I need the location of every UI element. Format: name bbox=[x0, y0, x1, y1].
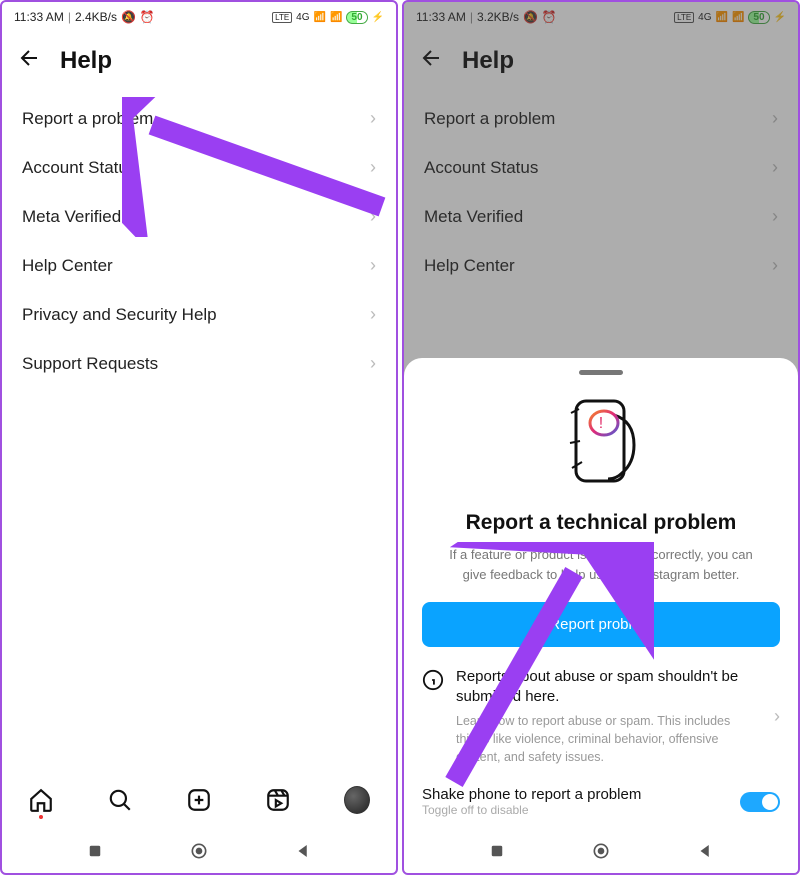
chevron-right-icon: › bbox=[370, 304, 376, 325]
menu-report-problem[interactable]: Report a problem › bbox=[2, 94, 396, 143]
page-title: Help bbox=[60, 47, 112, 75]
net-icon: 4G bbox=[296, 12, 309, 23]
status-speed: 2.4KB/s bbox=[75, 10, 117, 24]
search-icon[interactable] bbox=[107, 787, 133, 813]
chevron-right-icon: › bbox=[370, 157, 376, 178]
back-icon[interactable] bbox=[18, 46, 42, 76]
menu-help-center[interactable]: Help Center › bbox=[2, 241, 396, 290]
signal2-icon: 📶 bbox=[330, 12, 342, 23]
home-button[interactable] bbox=[590, 840, 612, 862]
back-button[interactable] bbox=[292, 840, 314, 862]
abuse-title: Reports about abuse or spam shouldn't be… bbox=[456, 667, 762, 708]
shake-subtitle: Toggle off to disable bbox=[422, 803, 641, 817]
screenshot-left: 11:33 AM | 2.4KB/s 🔕 ⏰ LTE 4G 📶 📶 50 ⚡ H… bbox=[0, 0, 398, 875]
menu-meta-verified[interactable]: Meta Verified › bbox=[2, 192, 396, 241]
battery-icon: 50 bbox=[346, 11, 367, 24]
signal-icon: 📶 bbox=[314, 12, 326, 23]
charge-icon: ⚡ bbox=[372, 12, 384, 23]
menu-label: Privacy and Security Help bbox=[22, 305, 217, 325]
mute-icon: 🔕 bbox=[121, 10, 136, 24]
sheet-subtitle: If a feature or product isn't working co… bbox=[404, 545, 798, 602]
report-problem-button[interactable]: Report problem bbox=[422, 602, 780, 647]
status-bar: 11:33 AM | 2.4KB/s 🔕 ⏰ LTE 4G 📶 📶 50 ⚡ bbox=[2, 2, 396, 32]
menu-privacy-security[interactable]: Privacy and Security Help › bbox=[2, 290, 396, 339]
sheet-title: Report a technical problem bbox=[404, 505, 798, 545]
menu-label: Support Requests bbox=[22, 354, 158, 374]
reels-icon[interactable] bbox=[265, 787, 291, 813]
menu-label: Account Status bbox=[22, 158, 136, 178]
home-button[interactable] bbox=[188, 840, 210, 862]
recents-button[interactable] bbox=[84, 840, 106, 862]
menu-label: Help Center bbox=[22, 256, 113, 276]
recents-button[interactable] bbox=[486, 840, 508, 862]
system-nav bbox=[404, 829, 798, 873]
report-bottom-sheet: ! Report a technical problem If a featur… bbox=[404, 358, 798, 873]
alarm-icon: ⏰ bbox=[140, 10, 155, 24]
chevron-right-icon: › bbox=[370, 206, 376, 227]
home-icon[interactable] bbox=[28, 787, 54, 813]
profile-icon[interactable] bbox=[344, 787, 370, 813]
back-button[interactable] bbox=[694, 840, 716, 862]
status-time: 11:33 AM bbox=[14, 10, 64, 24]
menu-label: Report a problem bbox=[22, 109, 153, 129]
chevron-right-icon: › bbox=[370, 353, 376, 374]
chevron-right-icon: › bbox=[774, 706, 780, 727]
shake-title: Shake phone to report a problem bbox=[422, 786, 641, 803]
volte-icon: LTE bbox=[272, 12, 292, 23]
bottom-nav bbox=[2, 771, 396, 829]
menu-account-status[interactable]: Account Status › bbox=[2, 143, 396, 192]
new-post-icon[interactable] bbox=[186, 787, 212, 813]
page-header: Help bbox=[2, 32, 396, 94]
abuse-notice-row[interactable]: Reports about abuse or spam shouldn't be… bbox=[404, 647, 798, 766]
info-icon bbox=[422, 669, 444, 696]
menu-support-requests[interactable]: Support Requests › bbox=[2, 339, 396, 388]
help-menu: Report a problem › Account Status › Meta… bbox=[2, 94, 396, 771]
shake-toggle-row: Shake phone to report a problem Toggle o… bbox=[404, 766, 798, 823]
menu-label: Meta Verified bbox=[22, 207, 121, 227]
chevron-right-icon: › bbox=[370, 108, 376, 129]
chevron-right-icon: › bbox=[370, 255, 376, 276]
shake-toggle[interactable] bbox=[740, 792, 780, 812]
abuse-desc: Learn how to report abuse or spam. This … bbox=[456, 708, 762, 766]
svg-text:!: ! bbox=[599, 415, 603, 432]
sheet-illustration: ! bbox=[404, 385, 798, 505]
drag-handle[interactable] bbox=[579, 370, 623, 375]
screenshot-right: 11:33 AM | 3.2KB/s 🔕 ⏰ LTE 4G 📶 📶 50 ⚡ H… bbox=[402, 0, 800, 875]
system-nav bbox=[2, 829, 396, 873]
